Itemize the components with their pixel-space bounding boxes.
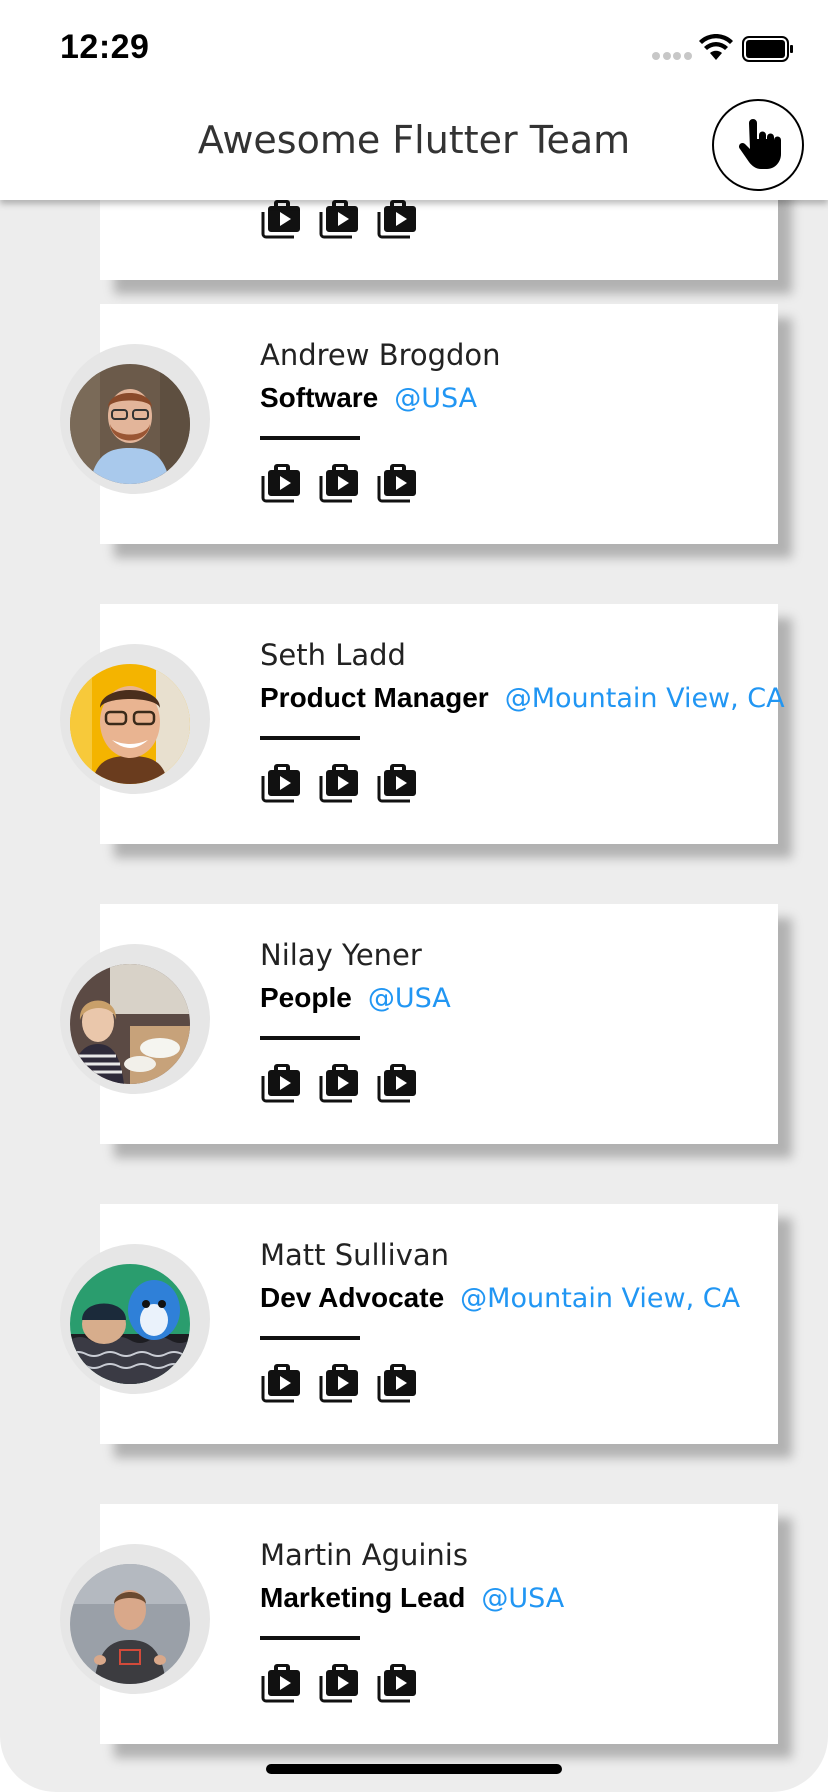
card-actions	[260, 1662, 420, 1704]
avatar-ring	[60, 1544, 210, 1694]
status-time: 12:29	[60, 28, 150, 66]
avatar-ring	[60, 344, 210, 494]
person-avatar-glasses-beard	[70, 364, 190, 484]
avatar[interactable]	[70, 1564, 190, 1684]
member-location[interactable]: @USA	[394, 383, 477, 414]
portfolio-video-icon[interactable]	[376, 462, 420, 504]
avatar-ring	[60, 944, 210, 1094]
portfolio-video-icon[interactable]	[260, 1662, 304, 1704]
home-indicator[interactable]	[266, 1764, 562, 1774]
portfolio-video-icon[interactable]	[260, 762, 304, 804]
person-avatar-glasses-smile	[70, 664, 190, 784]
avatar[interactable]	[70, 364, 190, 484]
portfolio-video-icon[interactable]	[318, 1062, 362, 1104]
member-role: Product Manager	[260, 682, 489, 713]
team-list[interactable]: Andrew Brogdon Software @USA Seth Ladd P…	[0, 200, 828, 1792]
team-card-partial[interactable]	[100, 200, 778, 280]
member-name: Nilay Yener	[260, 938, 422, 972]
touch-mode-button[interactable]	[712, 99, 804, 191]
portfolio-video-icon[interactable]	[260, 1362, 304, 1404]
portfolio-video-icon[interactable]	[376, 200, 420, 240]
avatar-ring	[60, 1244, 210, 1394]
member-location[interactable]: @Mountain View, CA	[505, 683, 785, 714]
member-role-line: Software @USA	[260, 382, 477, 414]
card-actions	[260, 1062, 420, 1104]
app-bar: Awesome Flutter Team	[0, 98, 828, 200]
wifi-icon	[699, 34, 733, 60]
cellular-signal-icon	[652, 52, 692, 62]
person-avatar-blue-bird	[70, 1264, 190, 1384]
portfolio-video-icon[interactable]	[318, 462, 362, 504]
member-name: Seth Ladd	[260, 638, 406, 672]
member-role: Dev Advocate	[260, 1282, 445, 1313]
portfolio-video-icon[interactable]	[260, 200, 304, 240]
portfolio-video-icon[interactable]	[318, 762, 362, 804]
card-actions	[260, 462, 420, 504]
portfolio-video-icon[interactable]	[376, 1362, 420, 1404]
pointer-hand-icon	[738, 119, 781, 169]
member-role-line: Marketing Lead @USA	[260, 1582, 564, 1614]
member-location[interactable]: @USA	[481, 1583, 564, 1614]
page-title: Awesome Flutter Team	[197, 118, 631, 162]
member-location[interactable]: @USA	[368, 983, 451, 1014]
person-avatar-dining	[70, 964, 190, 1084]
portfolio-video-icon[interactable]	[376, 762, 420, 804]
portfolio-video-icon[interactable]	[260, 1062, 304, 1104]
avatar-ring	[60, 644, 210, 794]
divider	[260, 736, 360, 740]
portfolio-video-icon[interactable]	[376, 1062, 420, 1104]
divider	[260, 1336, 360, 1340]
member-name: Andrew Brogdon	[260, 338, 501, 372]
portfolio-video-icon[interactable]	[318, 1362, 362, 1404]
app-screen: 12:29 Awesome Flutter Team Andrew Brogdo…	[0, 0, 828, 1792]
portfolio-video-icon[interactable]	[318, 1662, 362, 1704]
member-role-line: Dev Advocate @Mountain View, CA	[260, 1282, 740, 1314]
avatar[interactable]	[70, 964, 190, 1084]
avatar[interactable]	[70, 664, 190, 784]
portfolio-video-icon[interactable]	[318, 200, 362, 240]
divider	[260, 436, 360, 440]
member-role: People	[260, 982, 352, 1013]
member-location[interactable]: @Mountain View, CA	[460, 1283, 740, 1314]
card-actions	[260, 200, 420, 240]
portfolio-video-icon[interactable]	[376, 1662, 420, 1704]
member-role: Software	[260, 382, 379, 413]
divider	[260, 1636, 360, 1640]
battery-icon	[742, 36, 793, 62]
card-actions	[260, 1362, 420, 1404]
status-bar: 12:29	[0, 0, 828, 98]
member-role-line: People @USA	[260, 982, 451, 1014]
member-name: Martin Aguinis	[260, 1538, 468, 1572]
avatar[interactable]	[70, 1264, 190, 1384]
member-name: Matt Sullivan	[260, 1238, 450, 1272]
member-role-line: Product Manager @Mountain View, CA	[260, 682, 785, 714]
person-avatar-presenting	[70, 1564, 190, 1684]
portfolio-video-icon[interactable]	[260, 462, 304, 504]
member-role: Marketing Lead	[260, 1582, 466, 1613]
divider	[260, 1036, 360, 1040]
card-actions	[260, 762, 420, 804]
